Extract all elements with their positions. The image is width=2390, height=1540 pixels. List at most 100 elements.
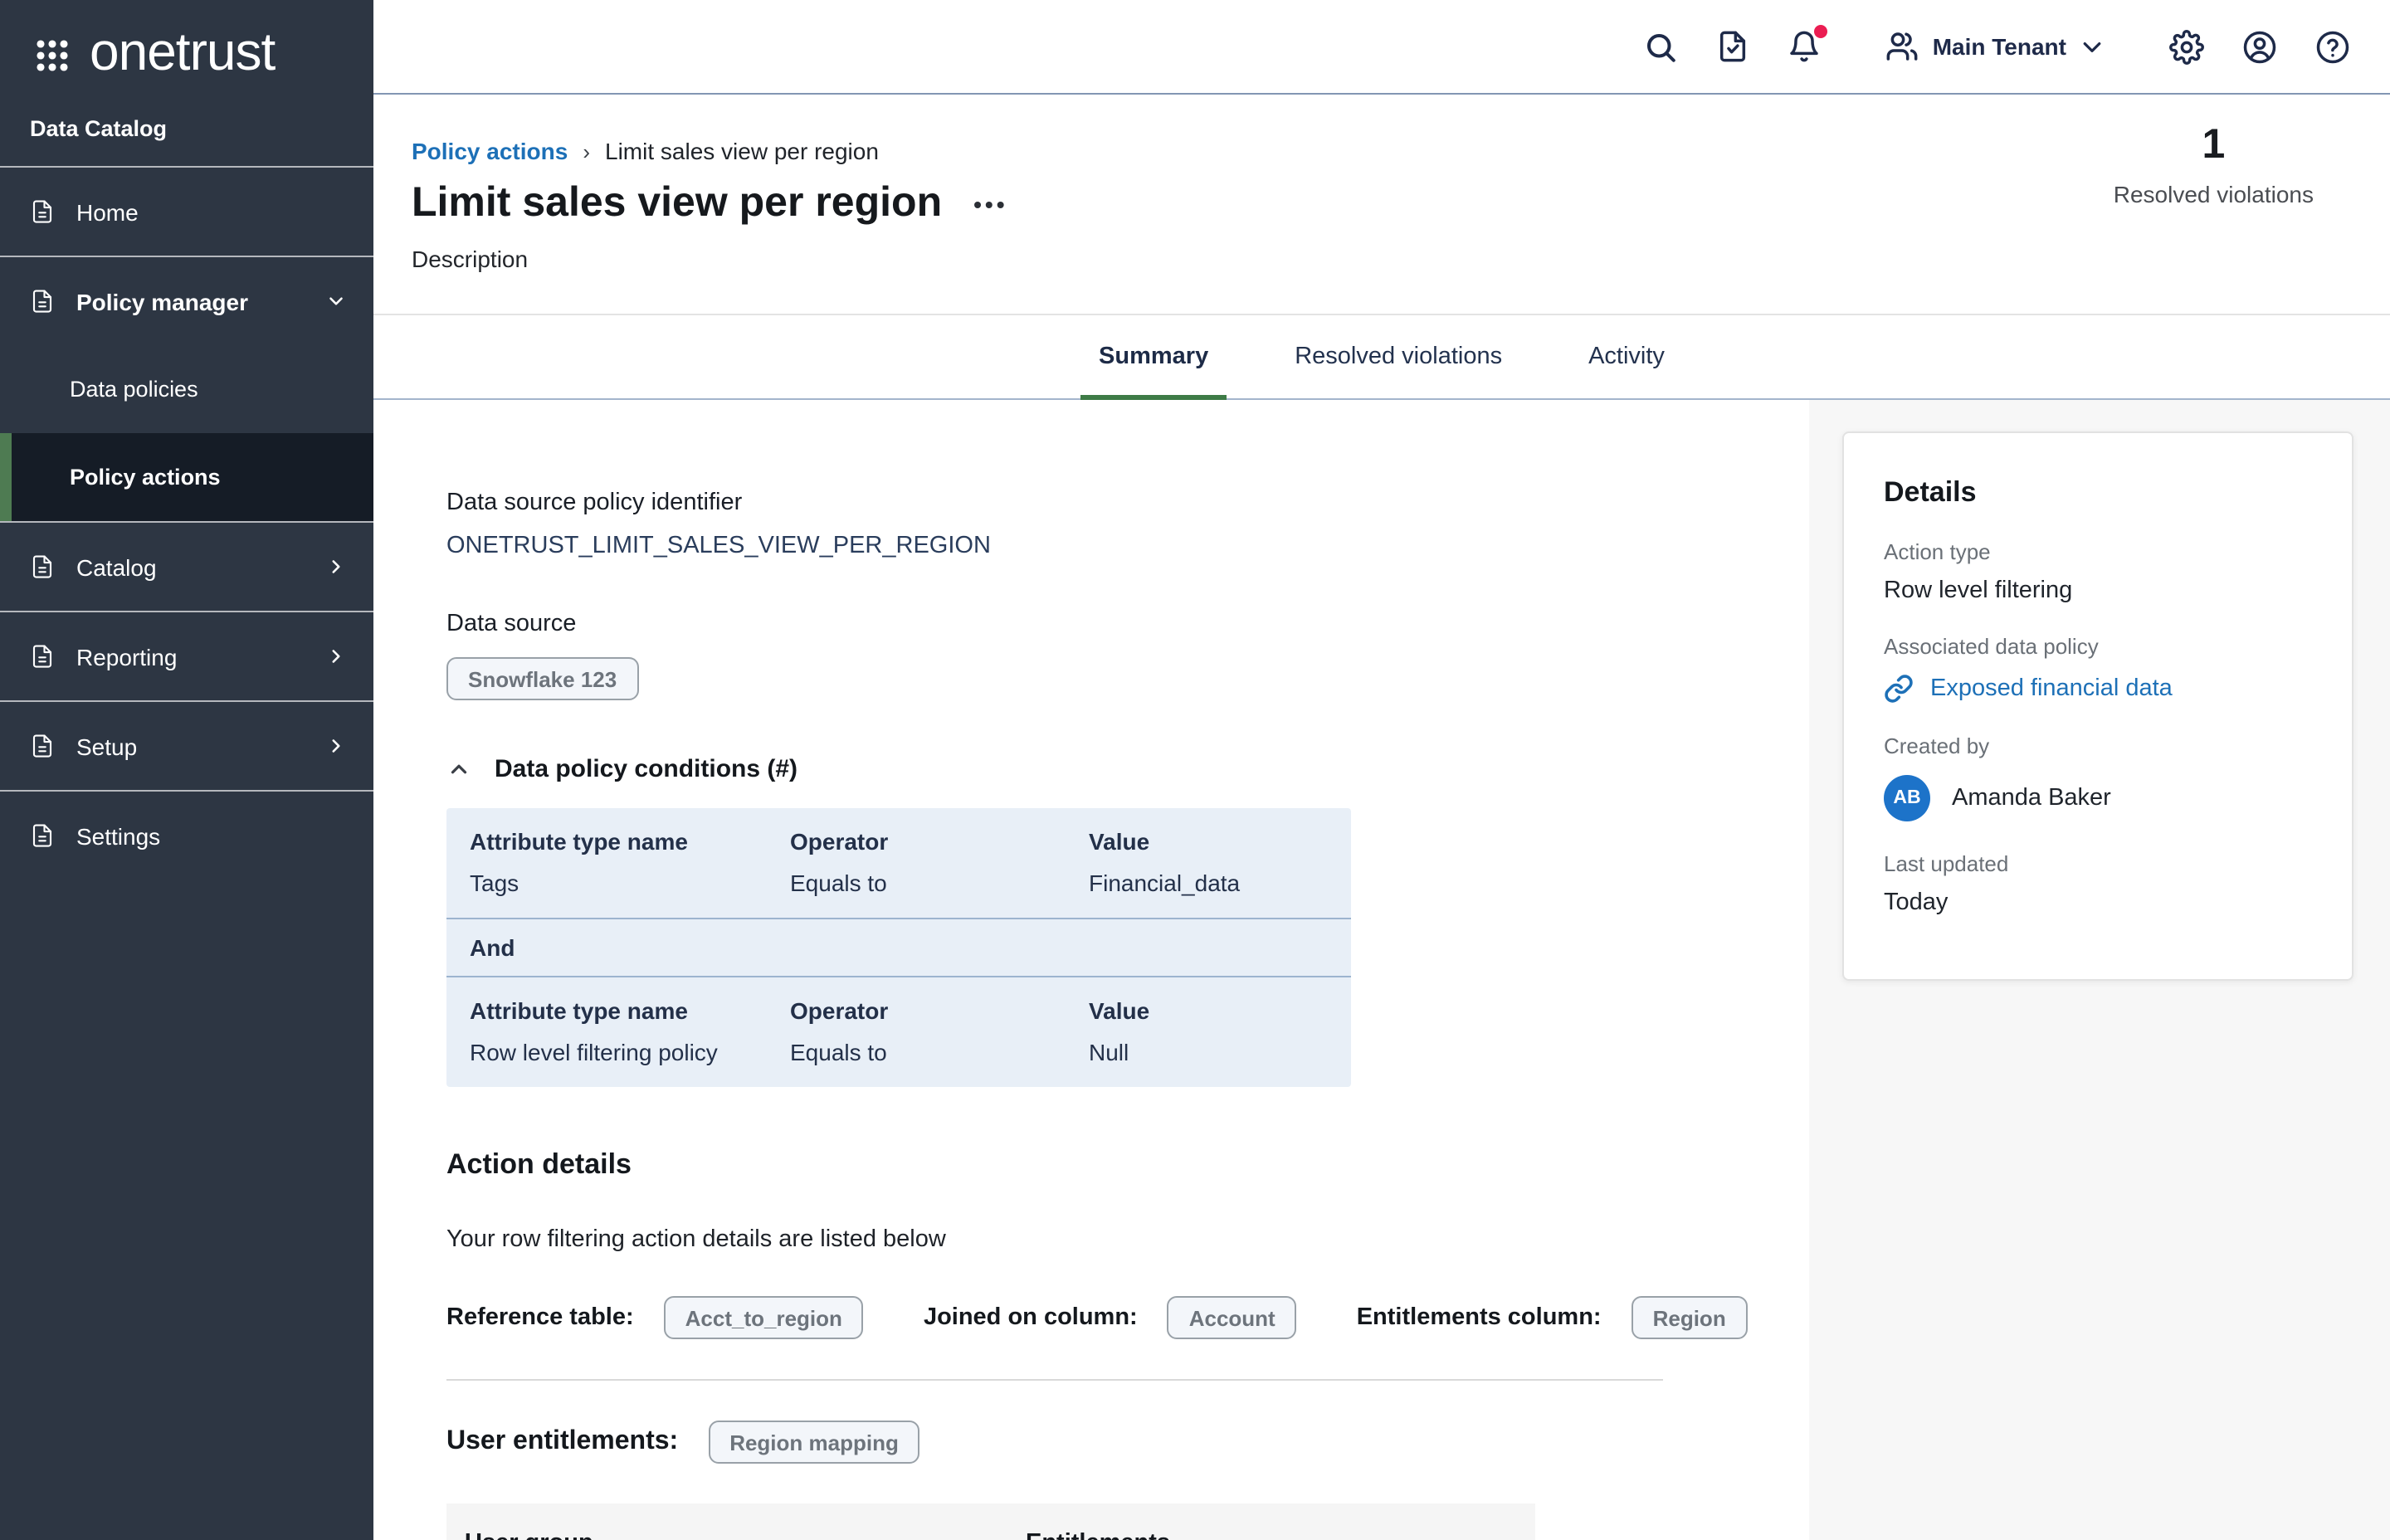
breadcrumb-separator: › xyxy=(583,139,590,163)
right-pane: Details Action type Row level filtering … xyxy=(1809,400,2390,1540)
associated-policy-name: Exposed financial data xyxy=(1930,675,2173,702)
page-header: Policy actions › Limit sales view per re… xyxy=(373,95,2390,315)
description-label: Description xyxy=(412,246,2390,272)
condition-value: Financial_data xyxy=(1089,870,1328,896)
condition-attribute: Tags xyxy=(470,870,790,896)
sidebar-item-policy-manager[interactable]: Policy manager xyxy=(0,257,373,345)
resolved-violations-stat: 1 Resolved violations xyxy=(2114,121,2314,207)
joined-column-chip: Account xyxy=(1168,1296,1297,1339)
document-icon xyxy=(30,823,55,848)
details-title: Details xyxy=(1884,476,2312,509)
condition-value: Null xyxy=(1089,1039,1328,1065)
sidebar-item-policy-actions[interactable]: Policy actions xyxy=(0,433,373,521)
last-updated-label: Last updated xyxy=(1884,851,2312,876)
notification-dot xyxy=(1815,25,1828,38)
page-title: Limit sales view per region xyxy=(412,179,942,227)
document-check-icon[interactable] xyxy=(1717,30,1750,63)
sidebar-item-home[interactable]: Home xyxy=(0,168,373,257)
tab-resolved-violations[interactable]: Resolved violations xyxy=(1290,315,1507,398)
sidebar-item-catalog[interactable]: Catalog xyxy=(0,523,373,612)
tab-bar: Summary Resolved violations Activity xyxy=(373,315,2390,400)
identifier-value: ONETRUST_LIMIT_SALES_VIEW_PER_REGION xyxy=(446,533,1809,559)
sidebar: onetrust Data Catalog Home Policy manage… xyxy=(0,0,373,1540)
action-type-label: Action type xyxy=(1884,539,2312,564)
product-title: Data Catalog xyxy=(0,98,373,166)
breadcrumb-current: Limit sales view per region xyxy=(605,138,879,164)
search-icon[interactable] xyxy=(1644,29,1679,64)
settings-gear-icon[interactable] xyxy=(2169,29,2204,64)
breadcrumb-link-policy-actions[interactable]: Policy actions xyxy=(412,138,568,164)
and-operator: And xyxy=(446,919,1351,976)
breadcrumb: Policy actions › Limit sales view per re… xyxy=(412,95,2390,164)
chevron-right-icon xyxy=(325,646,347,667)
details-panel: Details Action type Row level filtering … xyxy=(1842,431,2353,981)
help-icon[interactable] xyxy=(2315,29,2350,64)
reference-table-chip: Acct_to_region xyxy=(664,1296,864,1339)
identifier-label: Data source policy identifier xyxy=(446,490,1809,516)
condition-operator: Equals to xyxy=(790,870,1089,896)
created-by-row: AB Amanda Baker xyxy=(1884,775,2312,821)
document-icon xyxy=(30,289,55,314)
app-grid-icon xyxy=(35,37,70,72)
account-icon[interactable] xyxy=(2242,29,2277,64)
data-source-label: Data source xyxy=(446,611,1809,637)
entitlements-column-label: Entitlements column: xyxy=(1357,1304,1602,1331)
tenant-switcher[interactable]: Main Tenant xyxy=(1886,30,2105,63)
condition-col-header: Operator xyxy=(790,997,1089,1024)
associated-policy-label: Associated data policy xyxy=(1884,634,2312,659)
sidebar-item-reporting[interactable]: Reporting xyxy=(0,612,373,702)
associated-policy-link[interactable]: Exposed financial data xyxy=(1884,674,2312,704)
notifications-icon[interactable] xyxy=(1788,30,1822,63)
active-indicator xyxy=(0,433,12,521)
condition-col-header: Value xyxy=(1089,997,1328,1024)
condition-row: Attribute type name Operator Value Row l… xyxy=(446,977,1351,1087)
screen: onetrust Data Catalog Home Policy manage… xyxy=(0,0,2390,1540)
sidebar-group-policy-manager: Policy manager Data policies Policy acti… xyxy=(0,257,373,523)
resolved-violations-label: Resolved violations xyxy=(2114,181,2314,207)
sidebar-item-settings[interactable]: Settings xyxy=(0,792,373,880)
sidebar-nav: Home Policy manager Data policies xyxy=(0,166,373,880)
condition-col-header: Operator xyxy=(790,828,1089,855)
condition-col-header: Attribute type name xyxy=(470,997,790,1024)
document-icon xyxy=(30,733,55,758)
tab-activity[interactable]: Activity xyxy=(1583,315,1670,398)
action-details-subtitle: Your row filtering action details are li… xyxy=(446,1226,1809,1253)
link-icon xyxy=(1884,674,1914,704)
onetrust-app: onetrust Data Catalog Home Policy manage… xyxy=(0,0,2390,1540)
condition-col-header: Value xyxy=(1089,828,1328,855)
joined-column-label: Joined on column: xyxy=(924,1304,1138,1331)
sidebar-item-data-policies[interactable]: Data policies xyxy=(0,345,373,433)
divider xyxy=(446,1379,1663,1381)
reference-table-label: Reference table: xyxy=(446,1304,634,1331)
title-menu-button[interactable]: ••• xyxy=(973,192,1007,215)
tenant-label: Main Tenant xyxy=(1933,33,2066,60)
created-by-name: Amanda Baker xyxy=(1952,785,2111,811)
resolved-violations-count: 1 xyxy=(2114,121,2314,169)
chevron-down-icon xyxy=(325,290,347,312)
conditions-toggle[interactable]: Data policy conditions (#) xyxy=(446,755,1809,783)
collapse-icon[interactable] xyxy=(446,757,471,782)
last-updated-value: Today xyxy=(1884,889,2312,916)
condition-operator: Equals to xyxy=(790,1039,1089,1065)
data-source-chip: Snowflake 123 xyxy=(446,657,638,700)
table-header-entitlements: Entitlements xyxy=(1026,1530,1535,1540)
sidebar-item-setup[interactable]: Setup xyxy=(0,702,373,792)
user-entitlements-row: User entitlements: Region mapping xyxy=(446,1421,1809,1464)
chevron-right-icon xyxy=(325,556,347,578)
user-entitlements-label: User entitlements: xyxy=(446,1427,678,1457)
user-group-table: User group Entitlements xyxy=(446,1503,1535,1540)
action-details-title: Action details xyxy=(446,1148,1809,1182)
top-header: Main Tenant xyxy=(373,0,2390,95)
user-entitlements-chip: Region mapping xyxy=(708,1421,920,1464)
tab-summary[interactable]: Summary xyxy=(1094,315,1213,398)
users-icon xyxy=(1886,30,1919,63)
page: Policy actions › Limit sales view per re… xyxy=(373,95,2390,1540)
document-icon xyxy=(30,199,55,224)
action-type-value: Row level filtering xyxy=(1884,578,2312,604)
summary-content: Data source policy identifier ONETRUST_L… xyxy=(373,400,1809,1540)
condition-attribute: Row level filtering policy xyxy=(470,1039,790,1065)
table-header-user-group: User group xyxy=(465,1530,1026,1540)
created-by-label: Created by xyxy=(1884,733,2312,758)
condition-row: Attribute type name Operator Value Tags … xyxy=(446,808,1351,918)
document-icon xyxy=(30,644,55,669)
